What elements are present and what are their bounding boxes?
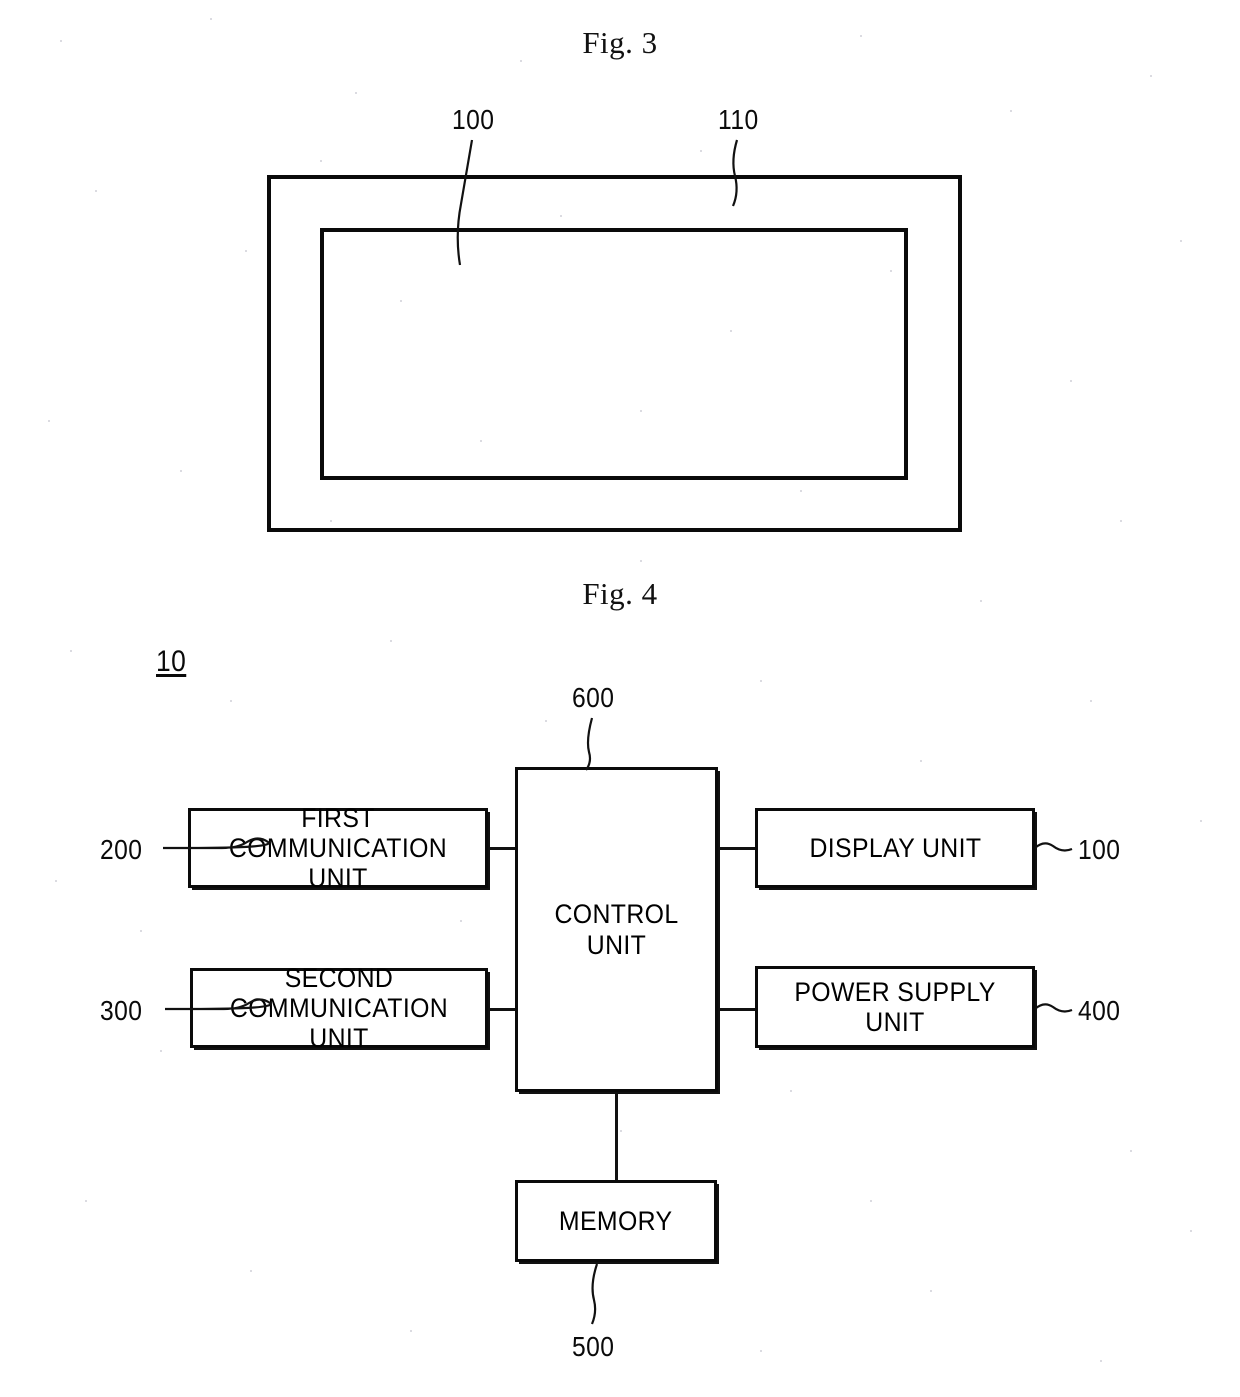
figure-3-title: Fig. 3 (582, 25, 658, 60)
connector-control-to-power-supply (716, 1008, 757, 1011)
block-second-communication-unit[interactable]: SECOND COMMUNICATION UNIT (190, 963, 488, 1053)
reference-numeral-400: 400 (1078, 995, 1121, 1026)
figure-4-title: Fig. 4 (582, 576, 658, 611)
block-label-power-supply-unit: POWER SUPPLY UNIT (794, 976, 996, 1037)
block-label-memory: MEMORY (559, 1205, 673, 1236)
block-memory-unit[interactable]: MEMORY (515, 1180, 717, 1262)
reference-numeral-100: 100 (452, 104, 495, 135)
block-label-second-communication-unit: SECOND COMMUNICATION UNIT (229, 962, 449, 1054)
connector-first-comm-to-control (488, 847, 517, 850)
block-label-first-communication-unit: FIRST COMMUNICATION UNIT (228, 802, 448, 894)
block-control-unit[interactable]: CONTROL UNIT (515, 767, 718, 1092)
reference-numeral-100-display: 100 (1078, 834, 1121, 865)
reference-numeral-300: 300 (100, 995, 143, 1026)
display-inner-area (320, 228, 908, 480)
reference-numeral-200: 200 (100, 834, 143, 865)
connector-control-to-memory (615, 1090, 618, 1182)
reference-numeral-500: 500 (572, 1331, 615, 1362)
reference-numeral-600: 600 (572, 682, 615, 713)
connector-control-to-display (716, 847, 757, 850)
reference-numeral-110: 110 (718, 104, 759, 135)
block-power-supply-unit[interactable]: POWER SUPPLY UNIT (755, 966, 1035, 1048)
reference-numeral-10: 10 (156, 645, 187, 678)
connector-second-comm-to-control (488, 1008, 517, 1011)
block-label-control-unit: CONTROL UNIT (554, 899, 679, 960)
block-first-communication-unit[interactable]: FIRST COMMUNICATION UNIT (188, 803, 488, 893)
block-display-unit[interactable]: DISPLAY UNIT (755, 808, 1035, 888)
block-label-display-unit: DISPLAY UNIT (809, 832, 981, 863)
